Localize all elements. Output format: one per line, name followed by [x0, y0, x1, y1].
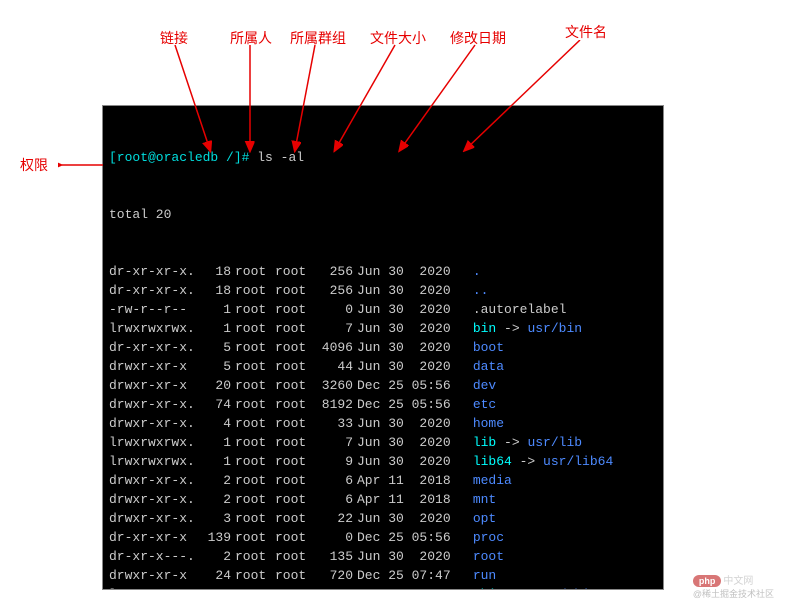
watermark-logo: php	[693, 575, 722, 587]
file-listing: dr-xr-xr-x.18rootroot256Jun 30 2020 .dr-…	[109, 262, 657, 590]
list-item: drwxr-xr-x24rootroot720Dec 25 07:47 run	[109, 566, 657, 585]
list-item: drwxr-xr-x.2rootroot6Apr 11 2018 mnt	[109, 490, 657, 509]
list-item: dr-xr-xr-x.18rootroot256Jun 30 2020 .	[109, 262, 657, 281]
arrow-svg	[100, 40, 600, 160]
watermark-sub: @稀土掘金技术社区	[693, 587, 774, 600]
list-item: lrwxrwxrwx.1rootroot7Jun 30 2020 lib -> …	[109, 433, 657, 452]
arrow-perm	[58, 160, 108, 172]
list-item: dr-xr-x---.2rootroot135Jun 30 2020 root	[109, 547, 657, 566]
list-item: dr-xr-xr-x.18rootroot256Jun 30 2020 ..	[109, 281, 657, 300]
terminal-output: [root@oracledb /]# ls -al total 20 dr-xr…	[102, 105, 664, 590]
list-item: drwxr-xr-x.3rootroot22Jun 30 2020 opt	[109, 509, 657, 528]
ann-filename: 文件名	[565, 22, 607, 42]
list-item: dr-xr-xr-x139rootroot0Dec 25 05:56 proc	[109, 528, 657, 547]
list-item: drwxr-xr-x.74rootroot8192Dec 25 05:56 et…	[109, 395, 657, 414]
list-item: lrwxrwxrwx.1rootroot9Jun 30 2020 lib64 -…	[109, 452, 657, 471]
list-item: lrwxrwxrwx.1rootroot7Jun 30 2020 bin -> …	[109, 319, 657, 338]
watermark: php中文网 @稀土掘金技术社区	[693, 572, 774, 600]
list-item: lrwxrwxrwx.1rootroot8Jun 30 2020 sbin ->…	[109, 585, 657, 590]
list-item: -rw-r--r--1rootroot0Jun 30 2020 .autorel…	[109, 300, 657, 319]
list-item: drwxr-xr-x5rootroot44Jun 30 2020 data	[109, 357, 657, 376]
list-item: drwxr-xr-x20rootroot3260Dec 25 05:56 dev	[109, 376, 657, 395]
ann-perm: 权限	[20, 155, 48, 175]
list-item: dr-xr-xr-x.5rootroot4096Jun 30 2020 boot	[109, 338, 657, 357]
total-line: total 20	[109, 205, 657, 224]
list-item: drwxr-xr-x.4rootroot33Jun 30 2020 home	[109, 414, 657, 433]
watermark-text: 中文网	[723, 576, 753, 587]
list-item: drwxr-xr-x.2rootroot6Apr 11 2018 media	[109, 471, 657, 490]
column-annotations: 链接 所属人 所属群组 文件大小 修改日期 文件名	[0, 0, 786, 115]
